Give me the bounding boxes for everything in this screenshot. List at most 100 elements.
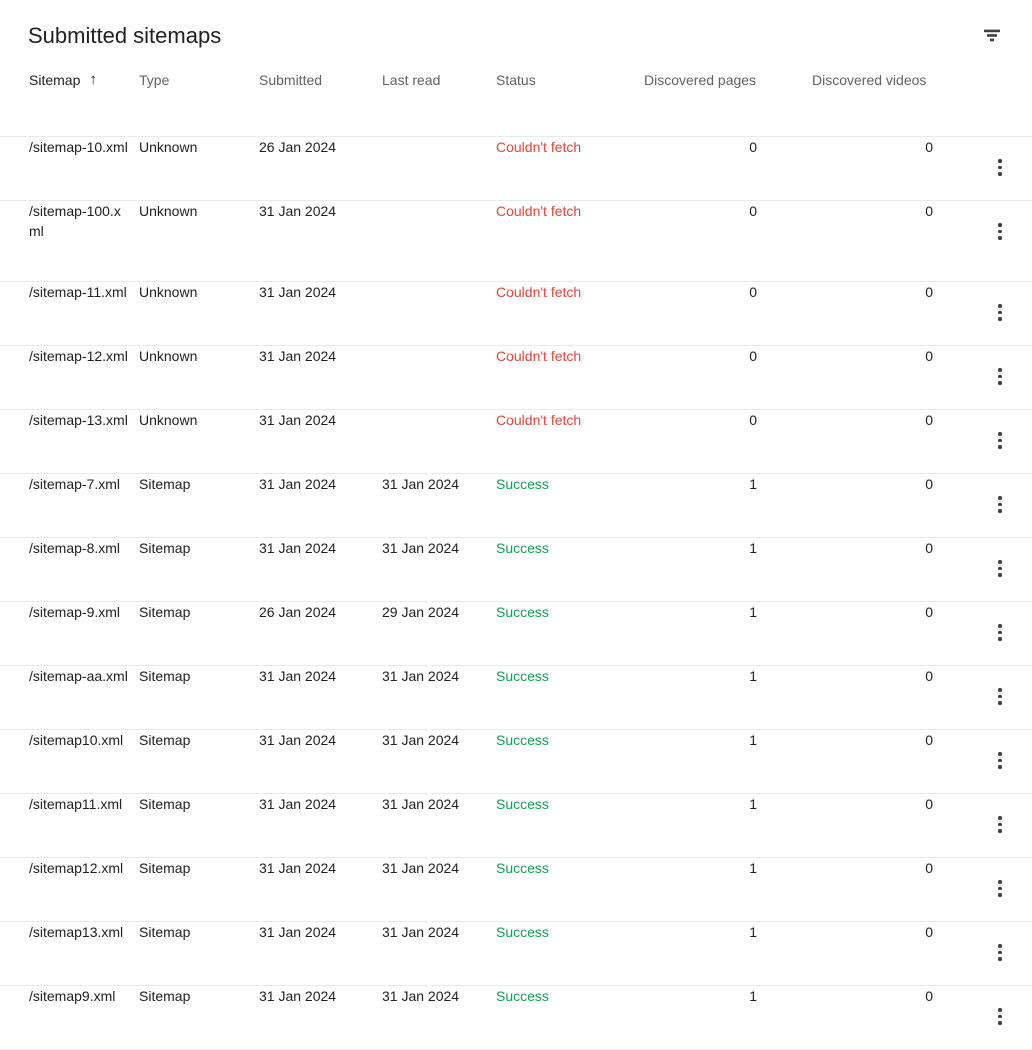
table-row[interactable]: /sitemap12.xml Sitemap 31 Jan 2024 31 Jan 2…	[0, 857, 1032, 921]
row-menu-button[interactable]	[984, 552, 1016, 584]
cell-status: Success	[496, 729, 644, 793]
table-row[interactable]: /sitemap-11.xml Unknown 31 Jan 2024 Couldn'…	[0, 281, 1032, 345]
column-header-actions	[982, 72, 1032, 137]
cell-status-text: Couldn't fetch	[496, 347, 582, 364]
cell-submitted: 31 Jan 2024	[259, 345, 382, 409]
cell-sitemap: /sitemap-10.xml	[0, 136, 139, 200]
cell-discovered-pages-text: 1	[749, 859, 757, 876]
row-menu-button[interactable]	[984, 808, 1016, 840]
cell-discovered-videos: 0	[812, 729, 982, 793]
row-menu-button[interactable]	[984, 360, 1016, 392]
table-row[interactable]: /sitemap9.xml Sitemap 31 Jan 2024 31 Jan 20…	[0, 985, 1032, 1049]
cell-status: Success	[496, 601, 644, 665]
cell-actions	[982, 857, 1032, 921]
cell-type: Sitemap	[139, 985, 259, 1049]
cell-discovered-videos: 0	[812, 601, 982, 665]
cell-type-text: Sitemap	[139, 475, 191, 492]
cell-submitted: 31 Jan 2024	[259, 281, 382, 345]
table-row[interactable]: /sitemap-13.xml Unknown 31 Jan 2024 Couldn'…	[0, 409, 1032, 473]
cell-sitemap-text: /sitemap-9.xml	[29, 603, 121, 620]
cell-type: Unknown	[139, 136, 259, 200]
row-menu-button[interactable]	[984, 1000, 1016, 1032]
cell-discovered-pages: 1	[644, 537, 812, 601]
cell-last-read: 31 Jan 2024	[382, 985, 496, 1049]
table-row[interactable]: /sitemap10.xml Sitemap 31 Jan 2024 31 Jan 2…	[0, 729, 1032, 793]
row-menu-button[interactable]	[984, 936, 1016, 968]
cell-submitted-text: 31 Jan 2024	[259, 923, 337, 940]
cell-submitted-text: 31 Jan 2024	[259, 411, 337, 428]
table-row[interactable]: /sitemap-8.xml Sitemap 31 Jan 2024 31 Jan 2…	[0, 537, 1032, 601]
cell-status-text: Couldn't fetch	[496, 138, 582, 155]
cell-type-text: Sitemap	[139, 603, 191, 620]
cell-discovered-pages-text: 1	[749, 923, 757, 940]
row-menu-button[interactable]	[984, 296, 1016, 328]
table-row[interactable]: /sitemap11.xml Sitemap 31 Jan 2024 31 Jan 2…	[0, 793, 1032, 857]
table-row[interactable]: /sitemap-100.xml Unknown 31 Jan 2024 Couldn…	[0, 200, 1032, 281]
cell-sitemap: /sitemap-11.xml	[0, 281, 139, 345]
cell-status: Couldn't fetch	[496, 409, 644, 473]
cell-discovered-videos: 0	[812, 921, 982, 985]
filter-list-button[interactable]	[972, 16, 1012, 56]
row-menu-button[interactable]	[984, 872, 1016, 904]
table-row[interactable]: /sitemap-12.xml Unknown 31 Jan 2024 Couldn'…	[0, 345, 1032, 409]
cell-discovered-pages: 1	[644, 921, 812, 985]
cell-discovered-videos-text: 0	[925, 731, 933, 748]
cell-last-read-text: 31 Jan 2024	[382, 923, 460, 940]
row-menu-button[interactable]	[984, 151, 1016, 183]
more-vert-icon	[998, 880, 1002, 897]
cell-submitted: 31 Jan 2024	[259, 473, 382, 537]
cell-type: Sitemap	[139, 601, 259, 665]
column-header-status[interactable]: Status	[496, 72, 644, 137]
cell-last-read: 31 Jan 2024	[382, 857, 496, 921]
more-vert-icon	[998, 944, 1002, 961]
cell-sitemap-text: /sitemap-11.xml	[29, 283, 127, 300]
column-header-discovered-videos[interactable]: Discovered videos	[812, 72, 982, 137]
cell-sitemap-text: /sitemap11.xml	[29, 795, 123, 812]
cell-discovered-videos-text: 0	[925, 859, 933, 876]
cell-sitemap-text: /sitemap-8.xml	[29, 539, 121, 556]
row-menu-button[interactable]	[984, 488, 1016, 520]
cell-submitted-text: 31 Jan 2024	[259, 475, 337, 492]
cell-last-read: 31 Jan 2024	[382, 921, 496, 985]
cell-sitemap: /sitemap-8.xml	[0, 537, 139, 601]
cell-status: Success	[496, 985, 644, 1049]
cell-sitemap: /sitemap9.xml	[0, 985, 139, 1049]
cell-status: Couldn't fetch	[496, 345, 644, 409]
cell-type: Unknown	[139, 281, 259, 345]
more-vert-icon	[998, 223, 1002, 240]
cell-status-text: Couldn't fetch	[496, 202, 582, 219]
table-row[interactable]: /sitemap-9.xml Sitemap 26 Jan 2024 29 Jan 2…	[0, 601, 1032, 665]
cell-sitemap-text: /sitemap-13.xml	[29, 411, 128, 428]
cell-type: Sitemap	[139, 473, 259, 537]
more-vert-icon	[998, 752, 1002, 769]
table-row[interactable]: /sitemap-10.xml Unknown 26 Jan 2024 Couldn'…	[0, 136, 1032, 200]
cell-type-text: Sitemap	[139, 923, 191, 940]
cell-last-read	[382, 281, 496, 345]
row-menu-button[interactable]	[984, 680, 1016, 712]
cell-discovered-pages-text: 1	[749, 795, 757, 812]
cell-submitted-text: 31 Jan 2024	[259, 347, 337, 364]
cell-last-read: 31 Jan 2024	[382, 793, 496, 857]
cell-discovered-pages: 0	[644, 200, 812, 281]
cell-type-text: Unknown	[139, 202, 198, 219]
row-menu-button[interactable]	[984, 424, 1016, 456]
table-row[interactable]: /sitemap13.xml Sitemap 31 Jan 2024 31 Jan 2…	[0, 921, 1032, 985]
sitemap-sort-control[interactable]: Sitemap ↑	[29, 72, 97, 89]
cell-actions	[982, 136, 1032, 200]
row-menu-button[interactable]	[984, 215, 1016, 247]
row-menu-button[interactable]	[984, 616, 1016, 648]
column-header-discovered-pages[interactable]: Discovered pages	[644, 72, 812, 137]
table-row[interactable]: /sitemap-7.xml Sitemap 31 Jan 2024 31 Jan 2…	[0, 473, 1032, 537]
column-header-type[interactable]: Type	[139, 72, 259, 137]
column-header-sitemap[interactable]: Sitemap ↑	[0, 72, 139, 137]
row-menu-button[interactable]	[984, 744, 1016, 776]
table-row[interactable]: /sitemap-aa.xml Sitemap 31 Jan 2024 31 Jan …	[0, 665, 1032, 729]
cell-discovered-pages-text: 1	[749, 539, 757, 556]
cell-actions	[982, 601, 1032, 665]
column-header-last-read[interactable]: Last read	[382, 72, 496, 137]
cell-last-read: 31 Jan 2024	[382, 473, 496, 537]
more-vert-icon	[998, 1008, 1002, 1025]
cell-status: Success	[496, 665, 644, 729]
cell-last-read: 31 Jan 2024	[382, 729, 496, 793]
column-header-submitted[interactable]: Submitted	[259, 72, 382, 137]
